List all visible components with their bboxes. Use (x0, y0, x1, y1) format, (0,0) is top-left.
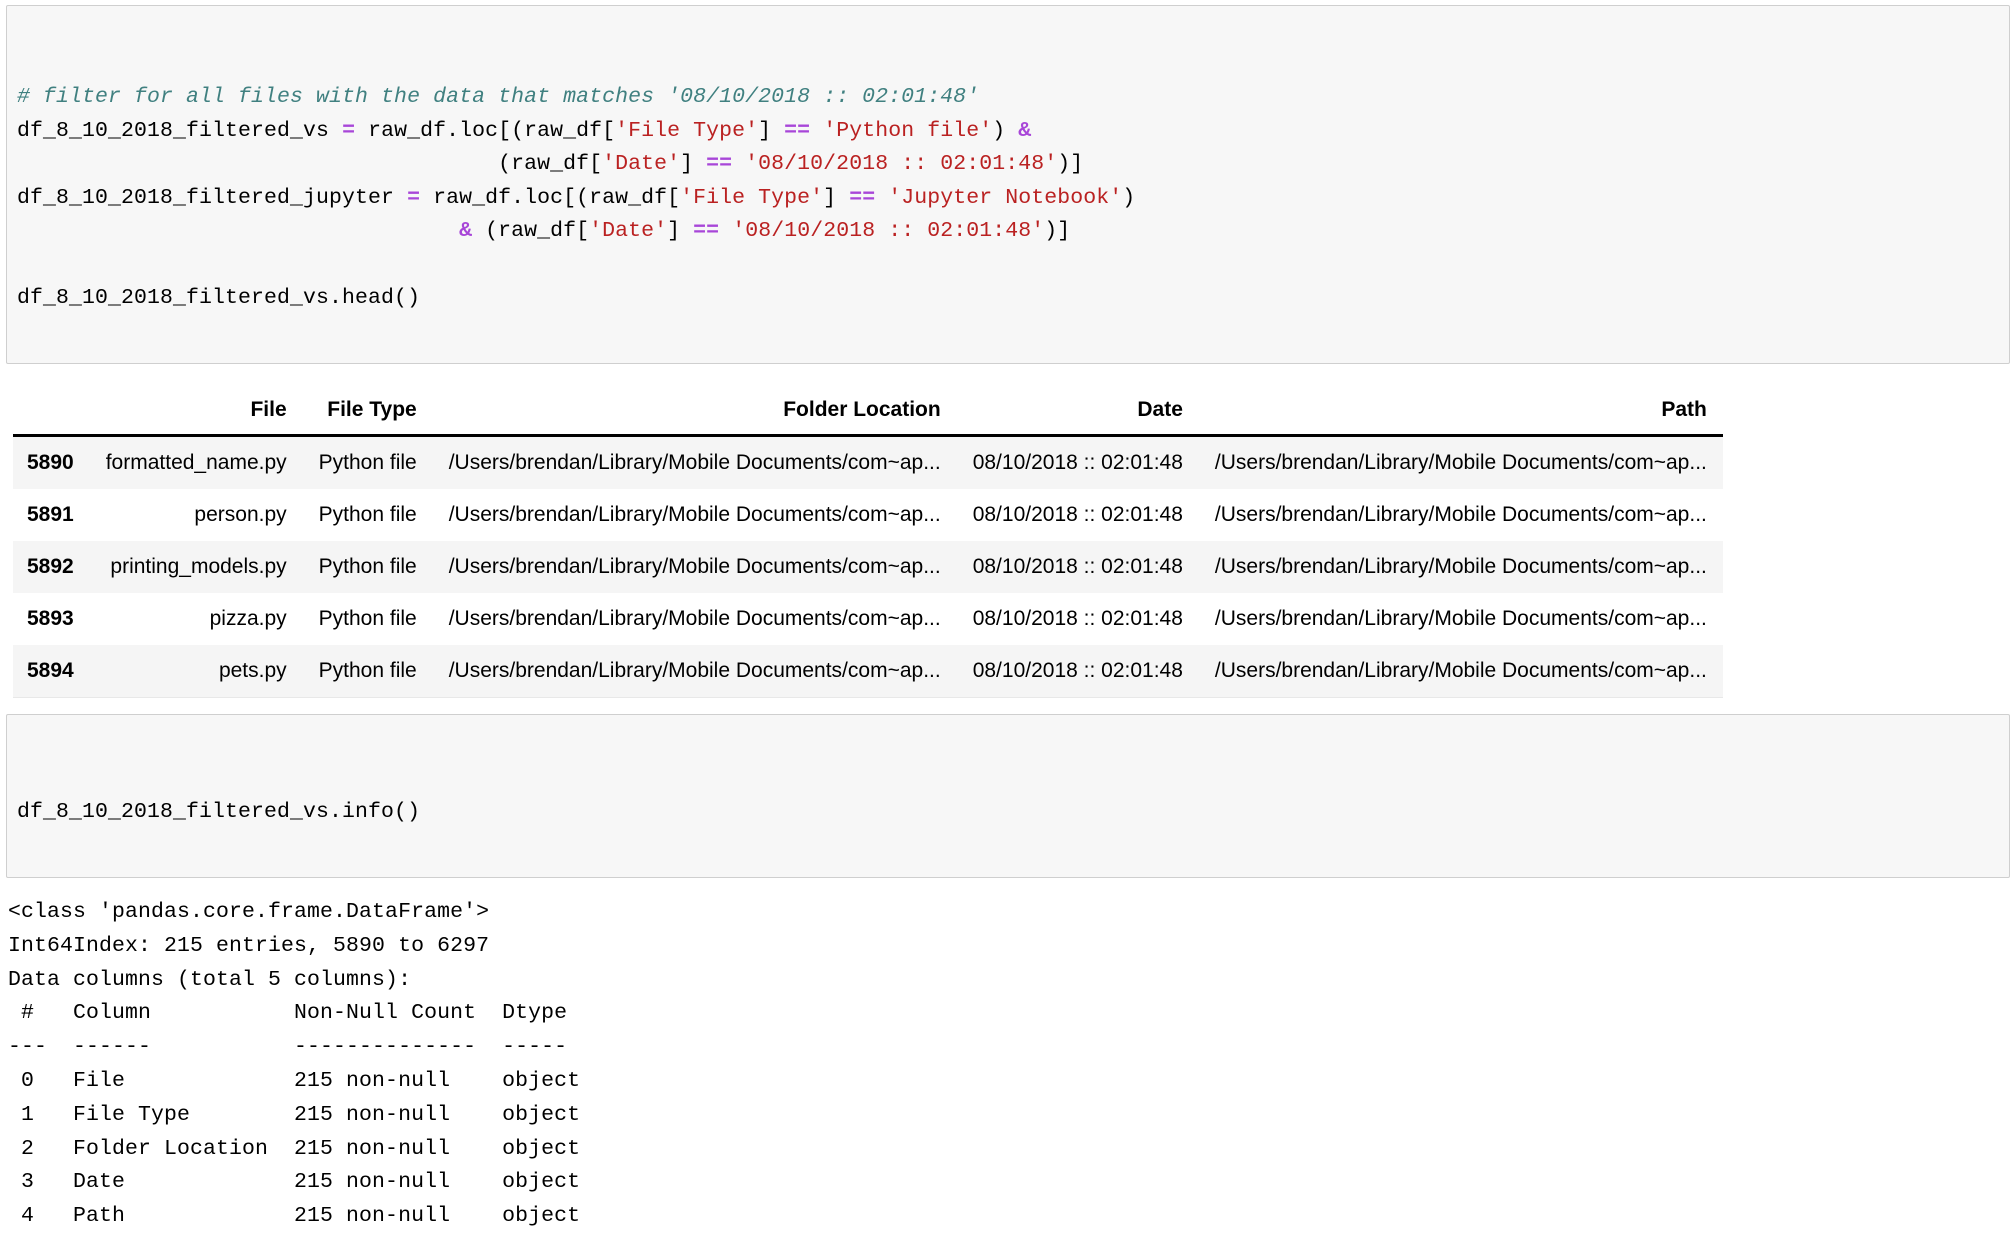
code-token-string: '08/10/2018 :: 02:01:48' (745, 152, 1058, 176)
code-token-plain: df_8_10_2018_filtered_jupyter (17, 185, 408, 210)
table-row: 5891 person.py Python file/Users/brendan/L… (13, 489, 1723, 541)
code-token-plain: (raw_df[ (472, 219, 590, 243)
code-token-plain: ] (758, 118, 785, 143)
code-token-op: = (342, 118, 356, 143)
code-token-plain: (raw_df[ (17, 152, 603, 176)
cell-path: /Users/brendan/Library/Mobile Documents/… (1198, 645, 1723, 698)
cell-file: pets.py (89, 645, 303, 698)
filter-code-cell[interactable]: # filter for all files with the data tha… (6, 5, 2010, 364)
column-header-date: Date (956, 388, 1199, 437)
cell-path: /Users/brendan/Library/Mobile Documents/… (1214, 555, 1707, 578)
dataframe-output: File File Type Folder Location Date Path… (13, 388, 1723, 698)
code-token-op: = (407, 185, 421, 210)
code-token-plain: ] (823, 185, 850, 210)
cell-date: 08/10/2018 :: 02:01:48 (972, 607, 1183, 630)
row-index: 5894 (13, 645, 90, 698)
column-header-folder-location: Folder Location (432, 388, 957, 437)
table-row: 5890 formatted_name.py Python file/Users/b… (13, 435, 1723, 489)
cell-file-type: Python file (318, 607, 417, 630)
code-token-plain: ] (667, 219, 694, 243)
code-token-plain: df_8_10_2018_filtered_vs (17, 118, 343, 143)
row-index: 5893 (27, 607, 74, 630)
cell-path: /Users/brendan/Library/Mobile Documents/… (1214, 607, 1707, 630)
dataframe-info-output: <class 'pandas.core.frame.DataFrame'> In… (8, 900, 581, 1229)
table-header-row: File File Type Folder Location Date Path (13, 388, 1723, 437)
cell-date: 08/10/2018 :: 02:01:48 (972, 503, 1183, 526)
code-token-plain: raw_df.loc[(raw_df[ (420, 185, 681, 210)
cell-folder-location: /Users/brendan/Library/Mobile Documents/… (448, 555, 941, 578)
code-cell-source[interactable]: df_8_10_2018_filtered_vs.info() (17, 796, 2009, 830)
cell-file-type: Python file (318, 555, 417, 578)
code-token-string: '08/10/2018 :: 02:01:48' (732, 219, 1045, 243)
column-header-path: Path (1198, 388, 1723, 437)
column-header-file-type: File Type (302, 388, 433, 437)
table-body: 5890 formatted_name.py Python file/Users/b… (13, 435, 1723, 698)
row-index: 5892 (27, 555, 74, 578)
code-token-string: 'Python file' (823, 118, 993, 143)
cell-date: 08/10/2018 :: 02:01:48 (972, 451, 1183, 474)
table-row: 5892 printing_models.py Python file/Users/… (13, 541, 1723, 593)
cell-path: /Users/brendan/Library/Mobile Documents/… (1214, 503, 1707, 526)
column-header-file: File (89, 388, 303, 437)
cell-file: formatted_name.py (105, 451, 287, 474)
code-token-op: == (849, 185, 876, 210)
column-header-index (13, 388, 90, 437)
code-cell-source[interactable]: # filter for all files with the data tha… (17, 81, 2009, 316)
code-token-op: & (1018, 118, 1032, 143)
table-row: 5893 pizza.py Python file/Users/brendan/Li… (13, 593, 1723, 645)
cell-folder-location: /Users/brendan/Library/Mobile Documents/… (432, 645, 957, 698)
code-token-op: == (706, 152, 733, 176)
code-token-string: 'Jupyter Notebook' (888, 185, 1123, 210)
row-index: 5890 (27, 451, 74, 474)
code-token-plain: ] (680, 152, 707, 176)
code-token-op: & (459, 219, 473, 243)
cell-file: pizza.py (209, 607, 287, 630)
cell-file-type: Python file (302, 645, 433, 698)
code-token-comment: # filter for all files with the data tha… (17, 85, 980, 109)
code-token-string: 'File Type' (680, 185, 824, 210)
code-token-op: == (693, 219, 720, 243)
cell-folder-location: /Users/brendan/Library/Mobile Documents/… (448, 607, 941, 630)
code-token-plain: ) (1122, 185, 1136, 210)
filtered-vs-head-table: File File Type Folder Location Date Path… (13, 388, 1723, 698)
cell-folder-location: /Users/brendan/Library/Mobile Documents/… (448, 451, 941, 474)
cell-date: 08/10/2018 :: 02:01:48 (956, 645, 1199, 698)
code-token-plain: ) (992, 118, 1019, 143)
table-header: File File Type Folder Location Date Path (13, 388, 1723, 437)
code-token-string: 'File Type' (615, 118, 759, 143)
cell-file-type: Python file (318, 451, 417, 474)
info-code-cell[interactable]: df_8_10_2018_filtered_vs.info() (6, 714, 2010, 878)
cell-file: person.py (194, 503, 287, 526)
code-token-string: 'Date' (589, 219, 668, 243)
code-token-string: 'Date' (602, 152, 681, 176)
row-index: 5891 (27, 503, 74, 526)
code-token-plain: df_8_10_2018_filtered_vs.head() (17, 286, 421, 310)
cell-file-type: Python file (318, 503, 417, 526)
cell-path: /Users/brendan/Library/Mobile Documents/… (1214, 451, 1707, 474)
cell-folder-location: /Users/brendan/Library/Mobile Documents/… (448, 503, 941, 526)
cell-file: printing_models.py (110, 555, 287, 578)
code-token-op: == (784, 118, 811, 143)
cell-date: 08/10/2018 :: 02:01:48 (972, 555, 1183, 578)
code-token-plain: raw_df.loc[(raw_df[ (355, 118, 616, 143)
table-row: 5894 pets.py Python file/Users/brendan/Lib… (13, 645, 1723, 698)
code-token-plain: )] (1057, 152, 1084, 176)
code-token-plain: )] (1044, 219, 1071, 243)
